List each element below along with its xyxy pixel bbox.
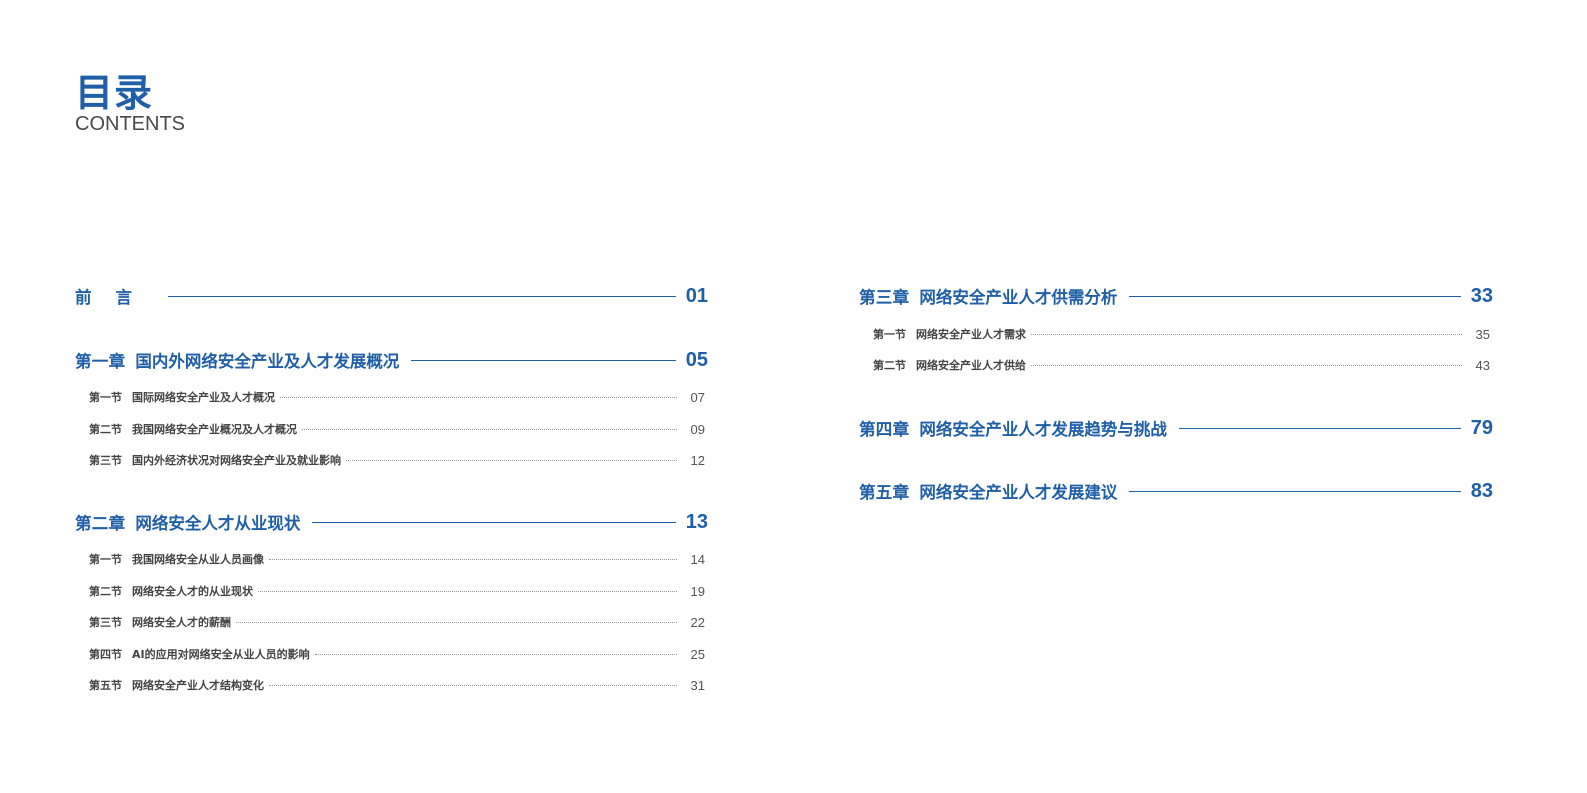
section-page: 14 xyxy=(690,551,705,567)
chapter-label: 第二章 xyxy=(75,514,126,533)
section-title: 我国网络安全从业人员画像 xyxy=(132,553,264,566)
section-page: 43 xyxy=(1475,357,1490,373)
chapter-title: 国内外网络安全产业及人才发展概况 xyxy=(135,352,400,371)
section-label: 第三节 xyxy=(89,454,122,467)
section-page: 09 xyxy=(690,421,705,437)
section-dot-leader xyxy=(280,396,677,398)
toc-section[interactable]: 第一节 我国网络安全从业人员画像 14 xyxy=(89,549,705,569)
chapter-title: 网络安全人才从业现状 xyxy=(135,514,301,533)
section-title: 国际网络安全产业及人才概况 xyxy=(132,391,275,404)
chapter-leader-line xyxy=(1129,295,1461,297)
toc-section[interactable]: 第一节 国际网络安全产业及人才概况 07 xyxy=(89,387,705,407)
page-subtitle: CONTENTS xyxy=(75,113,185,135)
toc-chapter-3[interactable]: 第三章 网络安全产业人才供需分析 33 xyxy=(859,283,1493,309)
chapter-leader-line xyxy=(312,521,676,523)
section-title: 国内外经济状况对网络安全产业及就业影响 xyxy=(132,454,341,467)
toc-section[interactable]: 第三节 网络安全人才的薪酬 22 xyxy=(89,612,705,632)
section-page: 22 xyxy=(690,614,705,630)
section-label: 第一节 xyxy=(89,553,122,566)
section-title: 我国网络安全产业概况及人才概况 xyxy=(132,423,297,436)
toc-section[interactable]: 第一节 网络安全产业人才需求 35 xyxy=(873,324,1490,344)
section-title: 网络安全产业人才供给 xyxy=(916,359,1026,372)
section-title: 网络安全人才的薪酬 xyxy=(132,616,231,629)
section-label: 第三节 xyxy=(89,616,122,629)
toc-chapter-1[interactable]: 第一章 国内外网络安全产业及人才发展概况 05 xyxy=(75,347,708,373)
section-label: 第一节 xyxy=(873,328,906,341)
toc-section[interactable]: 第五节 网络安全产业人才结构变化 31 xyxy=(89,675,705,695)
toc-section[interactable]: 第四节 AI的应用对网络安全从业人员的影响 25 xyxy=(89,644,705,664)
section-dot-leader xyxy=(236,621,677,623)
chapter-page: 33 xyxy=(1470,284,1493,307)
chapter-leader-line xyxy=(411,359,676,361)
chapter-label: 前言 xyxy=(75,288,156,307)
chapter-label: 第一章 xyxy=(75,352,126,371)
section-title: 网络安全人才的从业现状 xyxy=(132,585,253,598)
section-label: 第二节 xyxy=(89,423,122,436)
section-page: 31 xyxy=(690,677,705,693)
chapter-title: 网络安全产业人才发展趋势与挑战 xyxy=(919,420,1167,439)
section-dot-leader xyxy=(269,558,677,560)
chapter-page: 05 xyxy=(685,348,708,371)
chapter-leader-line xyxy=(168,295,676,297)
toc-chapter-4[interactable]: 第四章 网络安全产业人才发展趋势与挑战 79 xyxy=(859,415,1493,441)
section-dot-leader xyxy=(302,428,677,430)
toc-section[interactable]: 第二节 我国网络安全产业概况及人才概况 09 xyxy=(89,419,705,439)
chapter-label: 第三章 xyxy=(859,288,910,307)
section-title: 网络安全产业人才结构变化 xyxy=(132,679,264,692)
section-label: 第二节 xyxy=(89,585,122,598)
section-dot-leader xyxy=(346,459,677,461)
toc-chapter-2[interactable]: 第二章 网络安全人才从业现状 13 xyxy=(75,509,708,535)
toc-section[interactable]: 第二节 网络安全产业人才供给 43 xyxy=(873,355,1490,375)
chapter-label: 第五章 xyxy=(859,483,910,502)
chapter-label: 第四章 xyxy=(859,420,910,439)
page-title: 目录 xyxy=(75,71,154,115)
section-dot-leader xyxy=(269,684,677,686)
toc-section[interactable]: 第三节 国内外经济状况对网络安全产业及就业影响 12 xyxy=(89,450,705,470)
section-page: 07 xyxy=(690,389,705,405)
section-label: 第五节 xyxy=(89,679,122,692)
toc-section[interactable]: 第二节 网络安全人才的从业现状 19 xyxy=(89,581,705,601)
chapter-page: 79 xyxy=(1470,416,1493,439)
section-label: 第一节 xyxy=(89,391,122,404)
section-title: 网络安全产业人才需求 xyxy=(916,328,1026,341)
chapter-leader-line xyxy=(1178,427,1461,429)
chapter-title: 网络安全产业人才供需分析 xyxy=(919,288,1118,307)
section-label: 第四节 xyxy=(89,648,122,661)
section-page: 25 xyxy=(690,646,705,662)
section-title: AI的应用对网络安全从业人员的影响 xyxy=(132,648,310,661)
chapter-page: 13 xyxy=(685,510,708,533)
toc-preface[interactable]: 前言 01 xyxy=(75,283,708,309)
section-dot-leader xyxy=(1031,364,1462,366)
section-page: 19 xyxy=(690,583,705,599)
section-label: 第二节 xyxy=(873,359,906,372)
toc-chapter-5[interactable]: 第五章 网络安全产业人才发展建议 83 xyxy=(859,478,1493,504)
chapter-page: 01 xyxy=(685,284,708,307)
section-dot-leader xyxy=(1031,333,1462,335)
section-dot-leader xyxy=(258,590,677,592)
section-dot-leader xyxy=(314,653,677,655)
chapter-page: 83 xyxy=(1470,479,1493,502)
chapter-leader-line xyxy=(1129,490,1461,492)
section-page: 12 xyxy=(690,452,705,468)
section-page: 35 xyxy=(1475,326,1490,342)
chapter-title: 网络安全产业人才发展建议 xyxy=(919,483,1118,502)
